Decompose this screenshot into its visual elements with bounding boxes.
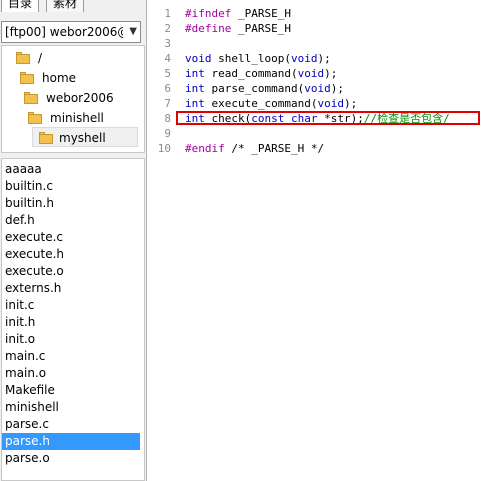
code-token: #define bbox=[185, 22, 232, 35]
code-text: void shell_loop(void); bbox=[185, 51, 331, 66]
folder-icon bbox=[28, 112, 42, 124]
code-token: ); bbox=[317, 52, 331, 65]
code-token: read_command( bbox=[204, 67, 298, 80]
code-token: void bbox=[317, 97, 344, 110]
line-number: 7 bbox=[164, 97, 171, 110]
code-token: parse_command( bbox=[204, 82, 305, 95]
line-number: 3 bbox=[164, 37, 171, 50]
code-text: int read_command(void); bbox=[185, 66, 337, 81]
tree-item-webor2006[interactable]: webor2006 bbox=[24, 88, 134, 108]
code-token: ); bbox=[330, 82, 344, 95]
code-token: void bbox=[297, 67, 325, 80]
folder-icon bbox=[39, 132, 53, 144]
file-list: aaaaa builtin.c builtin.h def.h execute.… bbox=[1, 158, 145, 481]
list-item[interactable]: def.h bbox=[2, 212, 140, 229]
annotation-highlight-box bbox=[176, 111, 480, 125]
code-token: _PARSE_H bbox=[231, 7, 291, 20]
panel-tabs: 目录 素材 bbox=[0, 0, 146, 12]
list-item[interactable]: Makefile bbox=[2, 382, 140, 399]
list-item[interactable]: builtin.c bbox=[2, 178, 140, 195]
left-panel: 目录 素材 [ftp00] webor2006@ ▼ / home webor2… bbox=[0, 0, 146, 481]
list-item[interactable]: minishell bbox=[2, 399, 140, 416]
code-token: void bbox=[185, 52, 212, 65]
tree-item-label: / bbox=[38, 51, 43, 65]
directory-tree: / home webor2006 minishell myshell bbox=[1, 45, 145, 153]
code-text: #endif /* _PARSE_H */ bbox=[185, 141, 324, 156]
line-number: 5 bbox=[164, 67, 171, 80]
line-number: 6 bbox=[164, 82, 171, 95]
chevron-down-icon[interactable]: ▼ bbox=[129, 26, 137, 37]
folder-icon bbox=[24, 92, 38, 104]
line-number: 9 bbox=[164, 127, 171, 140]
line-number: 10 bbox=[157, 142, 171, 155]
code-token: /* _PARSE_H */ bbox=[224, 142, 325, 155]
folder-icon bbox=[16, 52, 30, 64]
tree-item-minishell[interactable]: minishell bbox=[28, 108, 128, 128]
code-token: void bbox=[290, 52, 318, 65]
code-token: int bbox=[185, 97, 205, 110]
tree-item-myshell[interactable]: myshell bbox=[32, 127, 138, 147]
folder-icon bbox=[20, 72, 34, 84]
code-token: ); bbox=[343, 97, 358, 110]
site-select[interactable]: [ftp00] webor2006@ ▼ bbox=[1, 21, 141, 43]
tree-item-label: minishell bbox=[50, 111, 104, 125]
line-number: 1 bbox=[164, 7, 171, 20]
code-token: execute_command( bbox=[204, 97, 318, 110]
line-number: 2 bbox=[164, 22, 171, 35]
code-editor[interactable]: 1 #ifndef _PARSE_H 2 #define _PARSE_H 3 4 void… bbox=[146, 0, 490, 481]
code-token: #endif bbox=[185, 142, 225, 155]
code-text: #ifndef _PARSE_H bbox=[185, 6, 291, 21]
code-token: ); bbox=[324, 67, 338, 80]
site-select-value: [ftp00] webor2006@ bbox=[5, 25, 123, 39]
list-item[interactable]: init.o bbox=[2, 331, 140, 348]
list-item[interactable]: init.c bbox=[2, 297, 140, 314]
tree-item-label: home bbox=[42, 71, 77, 85]
line-number: 8 bbox=[164, 112, 171, 125]
code-token: void bbox=[304, 82, 331, 95]
tree-item-label: myshell bbox=[59, 131, 106, 145]
code-token: int bbox=[185, 82, 205, 95]
tab-directory[interactable]: 目录 bbox=[1, 0, 40, 12]
code-text: #define _PARSE_H bbox=[185, 21, 291, 36]
code-token: _PARSE_H bbox=[231, 22, 291, 35]
list-item[interactable]: main.c bbox=[2, 348, 140, 365]
tab-materials[interactable]: 素材 bbox=[46, 0, 85, 12]
tree-item-label: webor2006 bbox=[46, 91, 114, 105]
list-item[interactable]: execute.c bbox=[2, 229, 140, 246]
tree-item-root[interactable]: / bbox=[16, 48, 136, 68]
tree-item-home[interactable]: home bbox=[20, 68, 130, 88]
code-text: int execute_command(void); bbox=[185, 96, 357, 111]
list-item[interactable]: execute.h bbox=[2, 246, 140, 263]
list-item-selected[interactable]: parse.h bbox=[2, 433, 140, 450]
list-item[interactable]: externs.h bbox=[2, 280, 140, 297]
list-item[interactable]: aaaaa bbox=[2, 161, 140, 178]
list-item[interactable]: builtin.h bbox=[2, 195, 140, 212]
line-number: 4 bbox=[164, 52, 171, 65]
code-text: int parse_command(void); bbox=[185, 81, 344, 96]
code-token: shell_loop( bbox=[211, 52, 291, 65]
code-token: #ifndef bbox=[185, 7, 232, 20]
list-item[interactable]: execute.o bbox=[2, 263, 140, 280]
list-item[interactable]: main.o bbox=[2, 365, 140, 382]
list-item[interactable]: parse.c bbox=[2, 416, 140, 433]
list-item[interactable]: init.h bbox=[2, 314, 140, 331]
code-token: int bbox=[185, 67, 205, 80]
list-item[interactable]: parse.o bbox=[2, 450, 140, 467]
